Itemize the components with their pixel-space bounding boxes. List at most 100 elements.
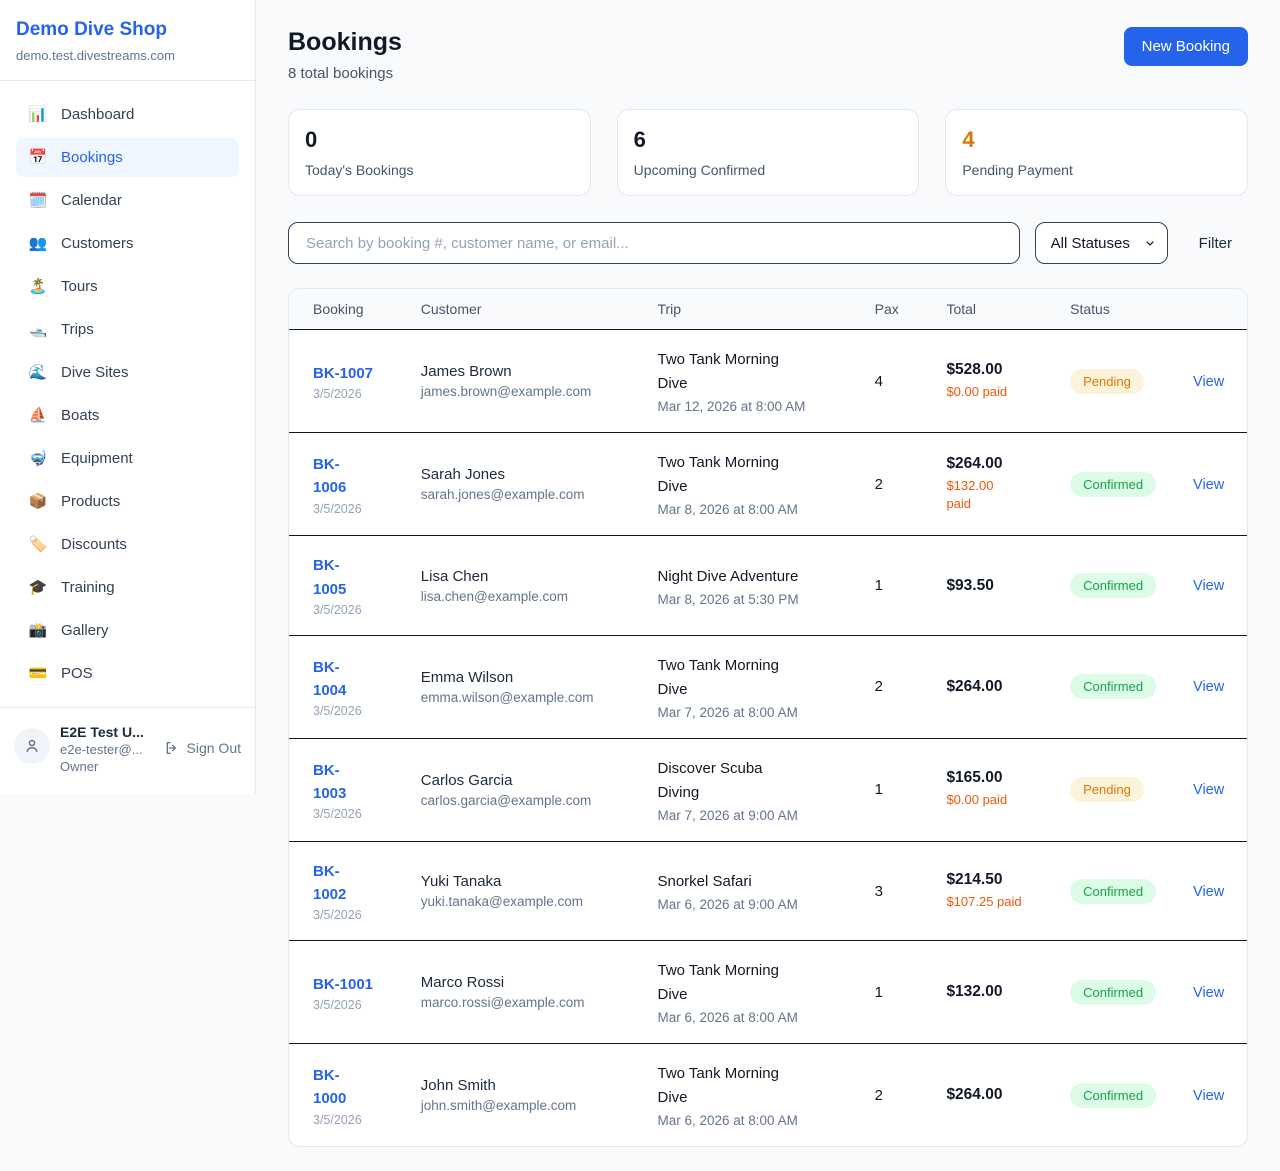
status-badge: Confirmed [1070, 674, 1156, 699]
booking-date: 3/5/2026 [313, 387, 397, 401]
sidebar-item-tours[interactable]: 🏝️ Tours [16, 267, 239, 306]
bookings-calendar-icon: 📅 [28, 147, 48, 168]
booking-link[interactable]: BK- 1003 [313, 759, 346, 806]
col-actions [1181, 289, 1247, 330]
sidebar-item-label: Equipment [61, 448, 133, 469]
stat-value: 6 [634, 127, 903, 153]
view-booking-link[interactable]: View [1193, 679, 1224, 695]
package-icon: 📦 [28, 491, 48, 512]
main-content: Bookings 8 total bookings New Booking 0 … [256, 0, 1280, 1171]
booking-link[interactable]: BK- 1005 [313, 554, 346, 601]
sidebar-item-dive-sites[interactable]: 🌊 Dive Sites [16, 353, 239, 392]
trip-datetime: Mar 8, 2026 at 5:30 PM [657, 592, 850, 607]
page-title: Bookings [288, 27, 402, 57]
status-badge: Confirmed [1070, 879, 1156, 904]
trip-datetime: Mar 6, 2026 at 8:00 AM [657, 1010, 850, 1025]
camera-icon: 📸 [28, 620, 48, 641]
sidebar-item-training[interactable]: 🎓 Training [16, 568, 239, 607]
brand-name: Demo Dive Shop [16, 19, 239, 42]
booking-link[interactable]: BK-1007 [313, 362, 373, 385]
view-booking-link[interactable]: View [1193, 884, 1224, 900]
col-total: Total [934, 289, 1058, 330]
stat-card: 4 Pending Payment [945, 109, 1248, 196]
customer-email: emma.wilson@example.com [421, 690, 634, 705]
stat-value: 4 [962, 127, 1231, 153]
filter-controls: All Statuses Filter [288, 222, 1248, 264]
sidebar-item-boats[interactable]: ⛵ Boats [16, 396, 239, 435]
view-booking-link[interactable]: View [1193, 374, 1224, 390]
sidebar-item-gallery[interactable]: 📸 Gallery [16, 611, 239, 650]
booking-date: 3/5/2026 [313, 603, 397, 617]
pax-value: 1 [875, 984, 883, 1001]
sidebar-item-bookings[interactable]: 📅 Bookings [16, 138, 239, 177]
booking-link[interactable]: BK-1001 [313, 973, 373, 996]
sidebar-item-dashboard[interactable]: 📊 Dashboard [16, 95, 239, 134]
table-row: BK- 1006 3/5/2026 Sarah Jones sarah.jone… [289, 433, 1247, 536]
total-amount: $264.00 [946, 678, 1046, 696]
col-customer: Customer [409, 289, 646, 330]
trip-name: Night Dive Adventure [657, 565, 850, 589]
avatar [14, 728, 50, 764]
user-email: e2e-tester@... [60, 742, 144, 757]
view-booking-link[interactable]: View [1193, 578, 1224, 594]
status-badge: Pending [1070, 777, 1144, 802]
customer-email: yuki.tanaka@example.com [421, 894, 634, 909]
sidebar-item-products[interactable]: 📦 Products [16, 482, 239, 521]
trip-name: Two Tank Morning Dive [657, 959, 850, 1007]
booking-date: 3/5/2026 [313, 1113, 397, 1127]
view-booking-link[interactable]: View [1193, 985, 1224, 1001]
graduation-cap-icon: 🎓 [28, 577, 48, 598]
search-input[interactable] [288, 222, 1020, 264]
sidebar-item-trips[interactable]: 🛥️ Trips [16, 310, 239, 349]
pax-value: 1 [875, 781, 883, 798]
trip-datetime: Mar 7, 2026 at 9:00 AM [657, 808, 850, 823]
sidebar-brand: Demo Dive Shop demo.test.divestreams.com [0, 0, 255, 81]
filter-button[interactable]: Filter [1183, 235, 1248, 252]
sidebar-item-label: Calendar [61, 190, 122, 211]
trip-name: Two Tank Morning Dive [657, 1062, 850, 1110]
status-select-wrap: All Statuses [1035, 222, 1168, 264]
sidebar-item-calendar[interactable]: 🗓️ Calendar [16, 181, 239, 220]
pax-value: 4 [875, 373, 883, 390]
pax-value: 2 [875, 1087, 883, 1104]
sidebar: Demo Dive Shop demo.test.divestreams.com… [0, 0, 256, 794]
sidebar-item-pos[interactable]: 💳 POS [16, 654, 239, 693]
stat-label: Today's Bookings [305, 162, 574, 178]
sidebar-item-label: Trips [61, 319, 94, 340]
sidebar-item-discounts[interactable]: 🏷️ Discounts [16, 525, 239, 564]
trip-name: Two Tank Morning Dive [657, 348, 850, 396]
sign-out-button[interactable]: Sign Out [164, 740, 241, 756]
booking-link[interactable]: BK- 1002 [313, 860, 346, 907]
view-booking-link[interactable]: View [1193, 477, 1224, 493]
sidebar-item-label: POS [61, 663, 93, 684]
table-row: BK- 1004 3/5/2026 Emma Wilson emma.wilso… [289, 635, 1247, 738]
sidebar-item-customers[interactable]: 👥 Customers [16, 224, 239, 263]
sidebar-item-label: Dashboard [61, 104, 134, 125]
new-booking-button[interactable]: New Booking [1124, 27, 1248, 66]
user-icon [23, 737, 41, 755]
sidebar-item-equipment[interactable]: 🤿 Equipment [16, 439, 239, 478]
status-badge: Pending [1070, 369, 1144, 394]
trip-name: Two Tank Morning Dive [657, 451, 850, 499]
booking-link[interactable]: BK- 1004 [313, 656, 346, 703]
bookings-table-card: Booking Customer Trip Pax Total Status B… [288, 288, 1248, 1147]
customer-name: Yuki Tanaka [421, 873, 634, 890]
trip-datetime: Mar 7, 2026 at 8:00 AM [657, 705, 850, 720]
booking-link[interactable]: BK- 1006 [313, 453, 346, 500]
stat-label: Pending Payment [962, 162, 1231, 178]
trip-datetime: Mar 8, 2026 at 8:00 AM [657, 502, 850, 517]
dashboard-icon: 📊 [28, 104, 48, 125]
customer-email: sarah.jones@example.com [421, 487, 634, 502]
view-booking-link[interactable]: View [1193, 1088, 1224, 1104]
total-amount: $132.00 [946, 983, 1046, 1001]
total-amount: $165.00 [946, 769, 1046, 787]
trip-datetime: Mar 6, 2026 at 9:00 AM [657, 897, 850, 912]
table-row: BK- 1002 3/5/2026 Yuki Tanaka yuki.tanak… [289, 841, 1247, 941]
booking-link[interactable]: BK- 1000 [313, 1064, 346, 1111]
col-trip: Trip [645, 289, 862, 330]
status-select[interactable]: All Statuses [1035, 222, 1168, 264]
booking-date: 3/5/2026 [313, 908, 397, 922]
booking-date: 3/5/2026 [313, 807, 397, 821]
sign-out-icon [164, 740, 180, 756]
view-booking-link[interactable]: View [1193, 782, 1224, 798]
